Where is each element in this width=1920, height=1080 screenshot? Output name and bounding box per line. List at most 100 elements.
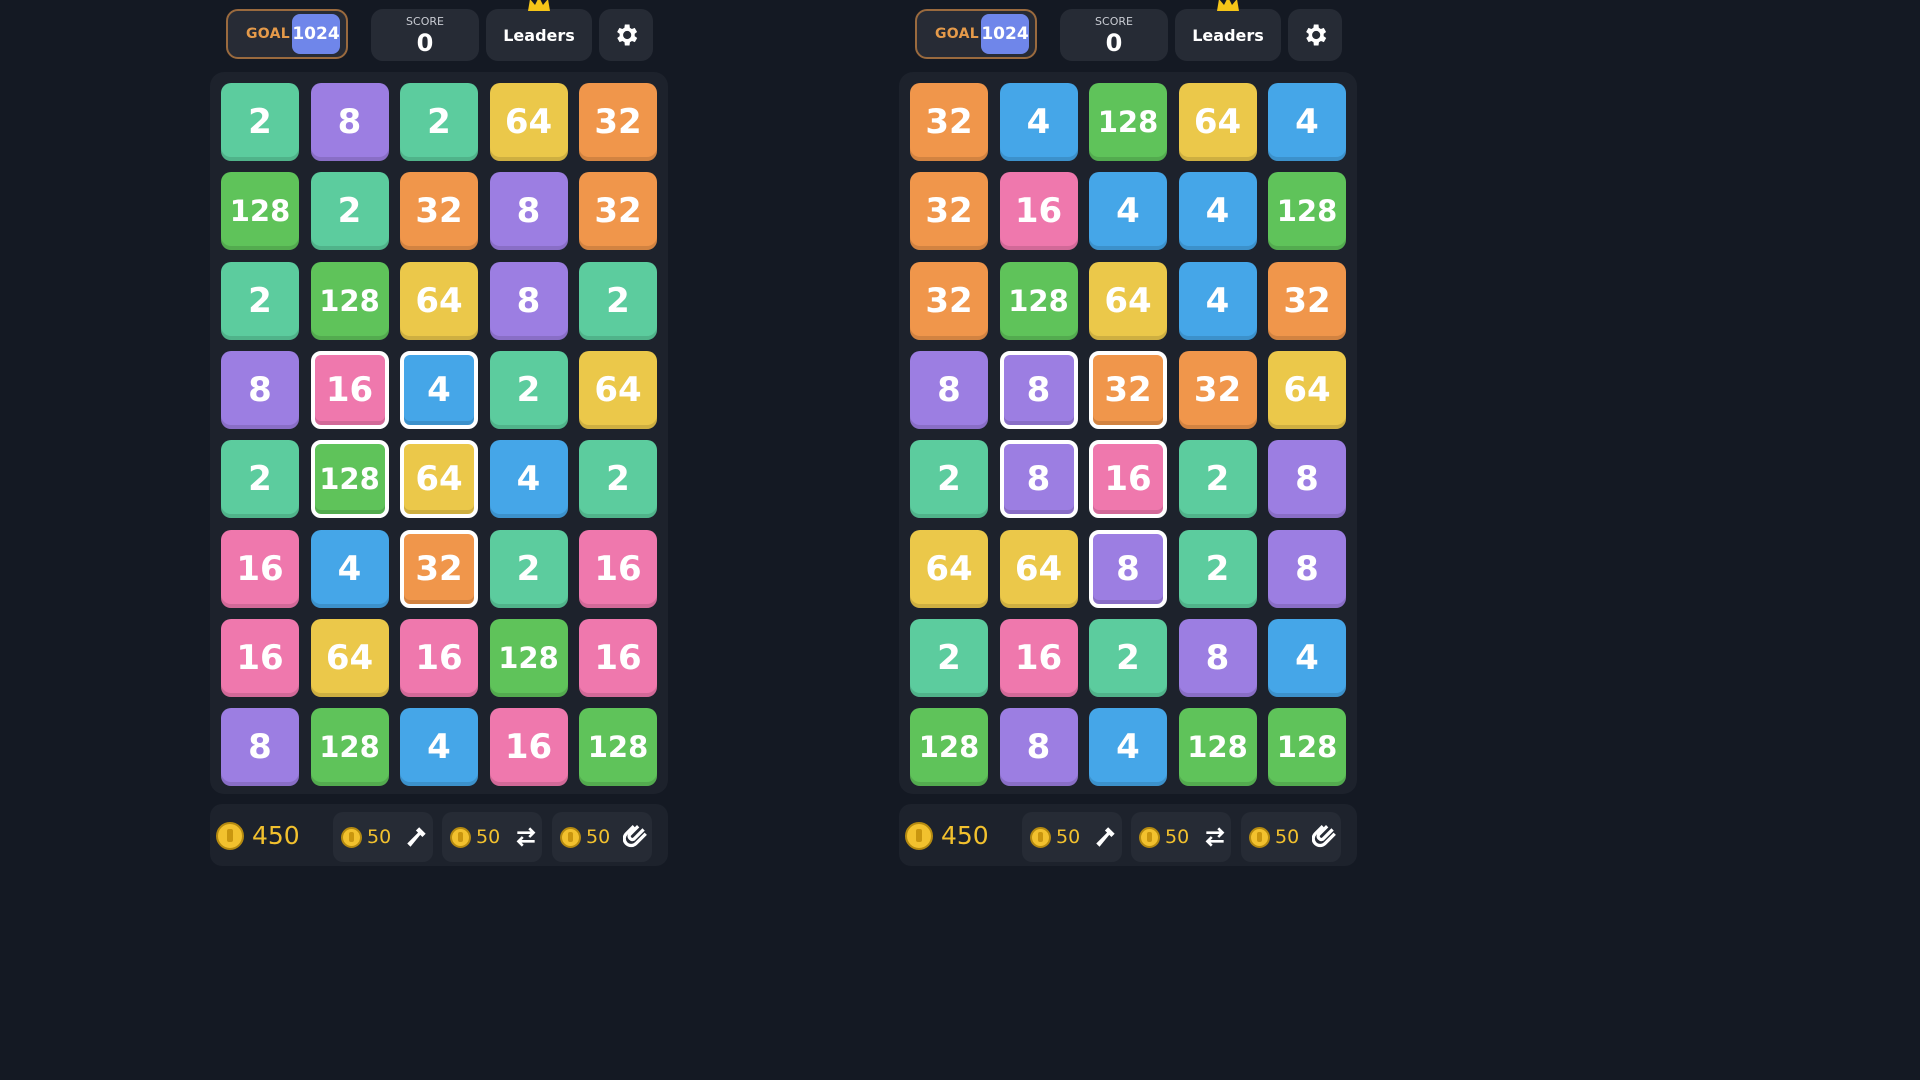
tile[interactable]: 32 bbox=[1178, 350, 1257, 429]
tile[interactable]: 8 bbox=[221, 708, 299, 787]
tile[interactable]: 4 bbox=[999, 83, 1078, 161]
crown-icon bbox=[528, 0, 550, 11]
tile[interactable]: 8 bbox=[1268, 440, 1346, 519]
tile[interactable]: 4 bbox=[1089, 172, 1167, 251]
tile[interactable]: 16 bbox=[221, 618, 299, 697]
swap-booster-button[interactable]: 50 bbox=[1131, 812, 1231, 862]
leaders-button[interactable]: Leaders bbox=[1175, 0, 1281, 61]
tile[interactable]: 32 bbox=[910, 83, 988, 161]
tile[interactable]: 128 bbox=[910, 708, 988, 787]
tile[interactable]: 16 bbox=[310, 350, 389, 429]
tile[interactable]: 4 bbox=[489, 440, 568, 519]
tile[interactable]: 32 bbox=[1268, 261, 1346, 340]
game-panel-left: GOAL 1024 SCORE 0 Leaders 2 8 2 64 32 128 2 32 8… bbox=[210, 0, 670, 882]
tile[interactable]: 16 bbox=[1089, 440, 1167, 519]
tile[interactable]: 64 bbox=[579, 350, 657, 429]
tile[interactable]: 2 bbox=[400, 83, 478, 161]
tile[interactable]: 32 bbox=[910, 172, 988, 251]
tile[interactable]: 64 bbox=[310, 618, 389, 697]
tile[interactable]: 4 bbox=[400, 708, 478, 787]
tile[interactable]: 64 bbox=[1178, 83, 1257, 161]
tile[interactable]: 8 bbox=[999, 708, 1078, 787]
swap-booster-button[interactable]: 50 bbox=[442, 812, 542, 862]
tile[interactable]: 128 bbox=[310, 708, 389, 787]
tile[interactable]: 8 bbox=[1268, 529, 1346, 608]
tile[interactable]: 4 bbox=[1178, 172, 1257, 251]
tile[interactable]: 8 bbox=[310, 83, 389, 161]
tile[interactable]: 64 bbox=[400, 261, 478, 340]
tile[interactable]: 128 bbox=[221, 172, 299, 251]
tile[interactable]: 32 bbox=[910, 261, 988, 340]
tile[interactable]: 4 bbox=[1268, 618, 1346, 697]
tile[interactable]: 4 bbox=[310, 529, 389, 608]
tile[interactable]: 64 bbox=[400, 440, 478, 519]
tile[interactable]: 8 bbox=[999, 440, 1078, 519]
booster-cost: 50 bbox=[1165, 826, 1190, 848]
tile[interactable]: 64 bbox=[489, 83, 568, 161]
magnet-booster-button[interactable]: 50 bbox=[552, 812, 652, 862]
tile[interactable]: 128 bbox=[1089, 83, 1167, 161]
goal-value: 1024 bbox=[292, 14, 340, 54]
tile[interactable]: 16 bbox=[999, 172, 1078, 251]
magnet-booster-button[interactable]: 50 bbox=[1241, 812, 1341, 862]
tile[interactable]: 2 bbox=[221, 440, 299, 519]
tile[interactable]: 16 bbox=[579, 618, 657, 697]
tile[interactable]: 128 bbox=[310, 261, 389, 340]
tile[interactable]: 16 bbox=[999, 618, 1078, 697]
tile[interactable]: 8 bbox=[489, 172, 568, 251]
tile[interactable]: 4 bbox=[1268, 83, 1346, 161]
tile[interactable]: 128 bbox=[1178, 708, 1257, 787]
tile[interactable]: 4 bbox=[1089, 708, 1167, 787]
tile[interactable]: 8 bbox=[489, 261, 568, 340]
coin-icon bbox=[905, 821, 933, 850]
tile[interactable]: 64 bbox=[910, 529, 988, 608]
tile[interactable]: 2 bbox=[1089, 618, 1167, 697]
top-bar: GOAL 1024 SCORE 0 Leaders bbox=[210, 0, 670, 63]
tile[interactable]: 2 bbox=[221, 261, 299, 340]
tile[interactable]: 16 bbox=[489, 708, 568, 787]
score-display: SCORE 0 bbox=[1060, 9, 1168, 61]
tile[interactable]: 32 bbox=[579, 172, 657, 251]
tile[interactable]: 8 bbox=[999, 350, 1078, 429]
tile[interactable]: 16 bbox=[579, 529, 657, 608]
tile[interactable]: 32 bbox=[400, 172, 478, 251]
tile[interactable]: 128 bbox=[489, 618, 568, 697]
tile[interactable]: 2 bbox=[310, 172, 389, 251]
goal-value: 1024 bbox=[981, 14, 1029, 54]
leaders-button[interactable]: Leaders bbox=[486, 0, 592, 61]
tile[interactable]: 32 bbox=[400, 529, 478, 608]
tile[interactable]: 128 bbox=[579, 708, 657, 787]
tile[interactable]: 16 bbox=[400, 618, 478, 697]
tile[interactable]: 128 bbox=[999, 261, 1078, 340]
settings-button[interactable] bbox=[1288, 9, 1342, 61]
tile[interactable]: 2 bbox=[910, 618, 988, 697]
tile[interactable]: 128 bbox=[1268, 708, 1346, 787]
tile[interactable]: 8 bbox=[221, 350, 299, 429]
booster-cost: 50 bbox=[1275, 826, 1300, 848]
tile[interactable]: 4 bbox=[400, 350, 478, 429]
settings-button[interactable] bbox=[599, 9, 653, 61]
tile[interactable]: 64 bbox=[1268, 350, 1346, 429]
tile[interactable]: 16 bbox=[221, 529, 299, 608]
tile[interactable]: 2 bbox=[221, 83, 299, 161]
tile[interactable]: 2 bbox=[489, 529, 568, 608]
tile[interactable]: 2 bbox=[579, 261, 657, 340]
tile[interactable]: 128 bbox=[1268, 172, 1346, 251]
tile[interactable]: 8 bbox=[910, 350, 988, 429]
swap-icon bbox=[1205, 827, 1225, 847]
tile[interactable]: 8 bbox=[1178, 618, 1257, 697]
tile[interactable]: 64 bbox=[1089, 261, 1167, 340]
tile[interactable]: 2 bbox=[910, 440, 988, 519]
hammer-booster-button[interactable]: 50 bbox=[1022, 812, 1122, 862]
tile[interactable]: 64 bbox=[999, 529, 1078, 608]
tile[interactable]: 128 bbox=[310, 440, 389, 519]
tile[interactable]: 32 bbox=[579, 83, 657, 161]
tile[interactable]: 2 bbox=[579, 440, 657, 519]
hammer-booster-button[interactable]: 50 bbox=[333, 812, 433, 862]
tile[interactable]: 8 bbox=[1089, 529, 1167, 608]
tile[interactable]: 2 bbox=[1178, 529, 1257, 608]
tile[interactable]: 32 bbox=[1089, 350, 1167, 429]
tile[interactable]: 2 bbox=[1178, 440, 1257, 519]
tile[interactable]: 4 bbox=[1178, 261, 1257, 340]
tile[interactable]: 2 bbox=[489, 350, 568, 429]
